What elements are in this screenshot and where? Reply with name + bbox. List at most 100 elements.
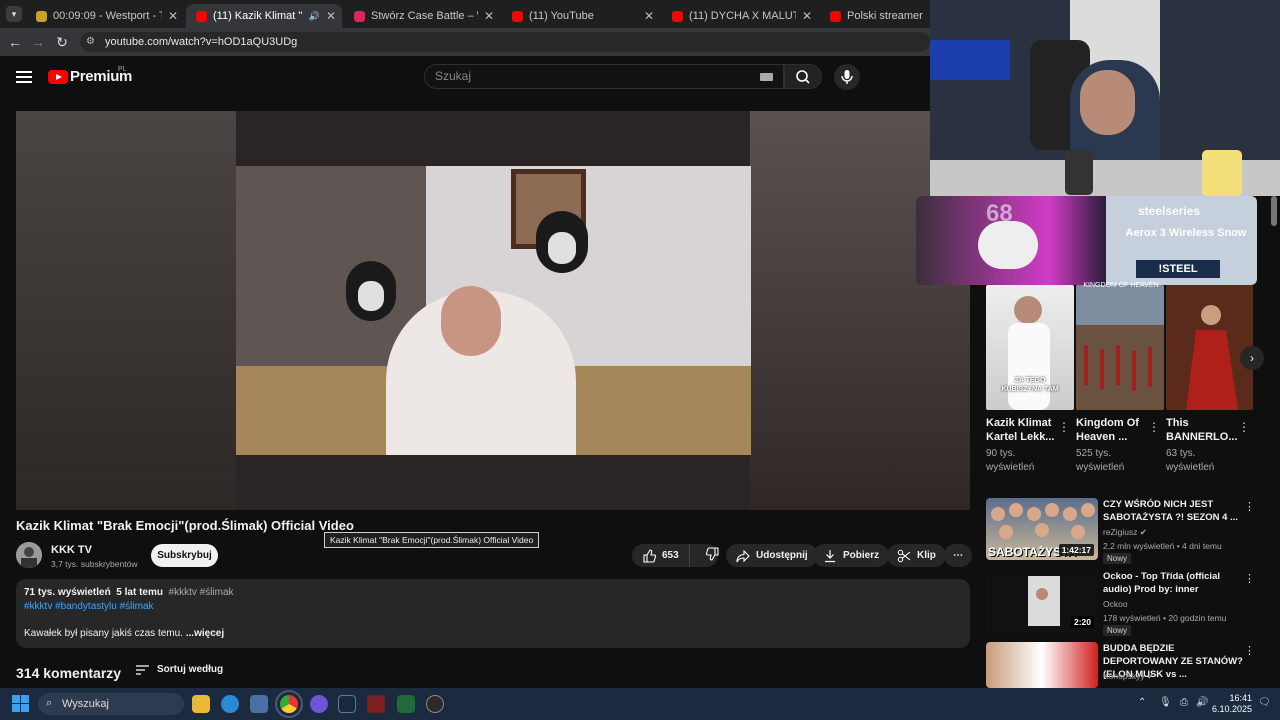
subscribe-button[interactable]: Subskrybuj [151, 544, 218, 567]
comments-count: 314 komentarzy [16, 665, 122, 681]
obs-icon[interactable] [426, 695, 444, 713]
notification-icon[interactable]: 🗨 [1258, 697, 1271, 708]
tab-favicon-icon [830, 10, 841, 22]
show-more-link[interactable]: ...więcej [186, 628, 224, 639]
clip-button[interactable]: Klip [887, 544, 946, 567]
back-icon[interactable]: ← [7, 34, 23, 50]
search-button[interactable] [784, 64, 822, 89]
more-vertical-icon[interactable]: ⋮ [1238, 420, 1250, 434]
dislike-button[interactable] [696, 547, 730, 564]
game-app-icon[interactable] [367, 695, 385, 713]
browser-tab[interactable]: (11) DYCHA X MALUTKI_KAMILEK ✕ [662, 4, 818, 28]
site-info-icon[interactable]: ⚙ [86, 36, 98, 48]
microphone-icon[interactable]: 🎙 [1159, 697, 1172, 708]
short-image [1186, 305, 1238, 410]
ad-brand: steelseries [1138, 204, 1201, 218]
more-vertical-icon[interactable]: ⋮ [1244, 572, 1255, 585]
windows-start-icon[interactable] [12, 695, 30, 713]
file-explorer-icon[interactable] [192, 695, 210, 713]
short-thumbnail[interactable] [1166, 285, 1253, 410]
logo-country-code: PL [118, 66, 127, 73]
sort-comments-button[interactable]: Sortuj według [136, 664, 223, 675]
thumbs-up-icon [643, 548, 656, 563]
chevron-up-icon[interactable]: ⌃ [1138, 697, 1146, 708]
recommended-channel[interactable]: Konopskyy ✔ [1103, 671, 1154, 682]
tab-favicon-icon [36, 10, 47, 22]
like-button[interactable]: 653 [632, 544, 690, 567]
scrollbar-thumb[interactable] [1271, 196, 1277, 226]
recommended-channel[interactable]: Ockoo [1103, 599, 1128, 609]
video-title: Kazik Klimat "Brak Emocji"(prod.Ślimak) … [16, 518, 354, 533]
short-title[interactable]: This BANNERLO... [1166, 416, 1238, 444]
short-views: 63 tys. wyświetleń [1166, 448, 1215, 473]
forward-icon[interactable]: → [30, 34, 46, 50]
discord-icon[interactable] [310, 695, 328, 713]
search-icon [796, 70, 810, 84]
video-thumbnail[interactable] [986, 642, 1098, 688]
more-vertical-icon[interactable]: ⋮ [1244, 500, 1255, 513]
taskbar-search[interactable]: Wyszukaj [38, 693, 184, 715]
short-title[interactable]: Kazik Klimat Kartel Lekk... [986, 416, 1054, 444]
browser-tab[interactable]: 00:09:09 - Westport - The West ✕ [26, 4, 184, 28]
video-thumbnail[interactable]: SABOTAŻYSTA 1:42:17 [986, 498, 1098, 560]
volume-icon[interactable]: 🔊 [1196, 697, 1208, 708]
speaker-icon[interactable]: 🔊 [309, 11, 320, 22]
description-hashtags[interactable]: #kkktv #bandytastylu #ślimak [24, 601, 154, 612]
like-dislike-group: 653 [632, 544, 719, 567]
short-image [1076, 285, 1164, 410]
network-icon[interactable]: ⎙ [1180, 697, 1188, 708]
browser-tab[interactable]: Stwórz Case Battle – Wygraj skiny ✕ [344, 4, 500, 28]
store-icon[interactable] [250, 695, 268, 713]
browser-tab[interactable]: (11) YouTube ✕ [502, 4, 660, 28]
short-title[interactable]: Kingdom Of Heaven ... [1076, 416, 1139, 444]
browser-tab[interactable]: Polski streamer został okradziony [820, 4, 930, 28]
voice-search-button[interactable] [834, 64, 860, 90]
close-icon[interactable]: ✕ [802, 9, 812, 23]
chrome-icon[interactable] [275, 690, 303, 718]
video-background [16, 111, 236, 510]
recommended-channel[interactable]: reZigiusz ✔ [1103, 527, 1147, 538]
description-text: Kawałek był pisany jakiś czas temu. ...w… [24, 628, 225, 639]
clock[interactable]: 16:41 6.10.2025 [1212, 693, 1252, 715]
steam-icon[interactable] [338, 695, 356, 713]
search-icon: ⌕ [46, 697, 53, 709]
search-input[interactable]: Szukaj [424, 64, 784, 89]
more-actions-button[interactable]: ⋯ [944, 544, 972, 567]
short-thumbnail[interactable] [1076, 285, 1164, 410]
tab-search-button[interactable]: ▾ [6, 6, 22, 22]
video-thumbnail[interactable]: 2:20 [986, 570, 1098, 632]
keyboard-icon[interactable] [760, 73, 773, 81]
microphone-icon [841, 70, 853, 84]
chevron-right-icon[interactable]: › [1240, 346, 1264, 370]
share-icon [736, 549, 750, 562]
close-icon[interactable]: ✕ [644, 9, 654, 23]
hamburger-menu-icon[interactable] [16, 68, 32, 84]
recommended-title[interactable]: Ockoo - Top Třída (official audio) Prod … [1103, 570, 1243, 596]
download-button[interactable]: Pobierz [813, 544, 890, 567]
more-vertical-icon[interactable]: ⋮ [1244, 644, 1255, 657]
address-bar[interactable]: youtube.com/watch?v=hOD1aQU3UDg [80, 32, 930, 52]
new-badge: Nowy [1103, 625, 1132, 636]
close-icon[interactable]: ✕ [168, 9, 178, 23]
recommended-title[interactable]: CZY WŚRÓD NICH JEST SABOTAŻYSTA ?! SEZON… [1103, 498, 1243, 524]
more-horizontal-icon: ⋯ [953, 550, 963, 561]
excel-icon[interactable] [397, 695, 415, 713]
edge-icon[interactable] [221, 695, 239, 713]
channel-name[interactable]: KKK TV [51, 544, 92, 556]
short-caption: KINGDOM OF HEAVEN [1083, 282, 1159, 289]
close-icon[interactable]: ✕ [326, 9, 336, 23]
youtube-favicon-icon [672, 10, 683, 22]
more-vertical-icon[interactable]: ⋮ [1058, 420, 1070, 434]
share-button[interactable]: Udostępnij [726, 544, 818, 567]
mouse-image [978, 221, 1038, 269]
youtube-logo-icon[interactable] [48, 70, 68, 84]
download-icon [825, 549, 835, 562]
close-icon[interactable]: ✕ [484, 9, 494, 23]
youtube-favicon-icon [196, 10, 207, 22]
subscriber-count: 3,7 tys. subskrybentów [51, 559, 138, 569]
browser-tab-active[interactable]: (11) Kazik Klimat "Brak Emocji" 🔊 ✕ [186, 4, 342, 28]
reload-icon[interactable]: ↻ [54, 34, 70, 51]
more-vertical-icon[interactable]: ⋮ [1148, 420, 1160, 434]
channel-avatar[interactable] [16, 542, 42, 568]
video-frame[interactable] [236, 166, 751, 455]
